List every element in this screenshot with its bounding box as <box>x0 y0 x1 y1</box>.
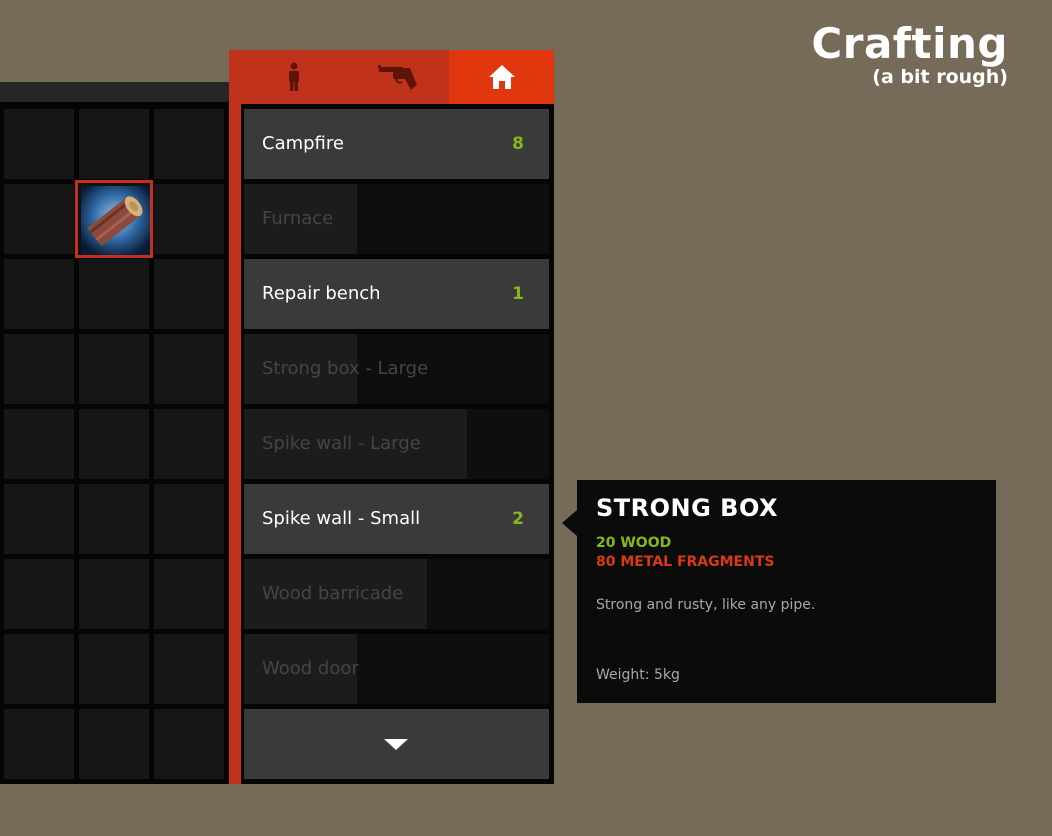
inventory-slot[interactable] <box>79 559 149 629</box>
inventory-slot[interactable] <box>4 334 74 404</box>
recipe-row[interactable]: Wood door <box>244 634 549 704</box>
item-tooltip: STRONG BOX 20 WOOD 80 METAL FRAGMENTS St… <box>562 480 996 703</box>
chevron-down-icon <box>384 739 408 750</box>
recipe-name: Spike wall - Large <box>262 433 421 454</box>
inventory-slot[interactable] <box>4 409 74 479</box>
inventory-slot[interactable] <box>154 184 224 254</box>
home-icon <box>488 65 515 89</box>
tab-weapons[interactable] <box>346 50 449 104</box>
crafting-panel: Campfire 8 Furnace Repair bench 1 Strong box … <box>229 50 554 784</box>
inventory-slot[interactable] <box>154 709 224 779</box>
recipe-row[interactable]: Repair bench 1 <box>244 259 549 329</box>
inventory-slot[interactable] <box>79 709 149 779</box>
revolver-icon <box>377 65 417 90</box>
inventory-slot[interactable] <box>4 484 74 554</box>
recipe-list: Campfire 8 Furnace Repair bench 1 Strong box … <box>241 104 554 784</box>
inventory-slot[interactable] <box>154 484 224 554</box>
inventory-slot[interactable] <box>79 484 149 554</box>
inventory-slot[interactable] <box>4 709 74 779</box>
page-title: Crafting <box>811 19 1008 68</box>
scroll-down-button[interactable] <box>244 709 549 779</box>
recipe-count: 1 <box>512 284 524 304</box>
recipe-count: 8 <box>512 134 524 154</box>
requirement-metal-fragments: 80 METAL FRAGMENTS <box>596 554 775 570</box>
inventory-header <box>0 82 230 102</box>
inventory-slot[interactable] <box>4 259 74 329</box>
recipe-name: Wood door <box>262 658 359 679</box>
inventory-slot[interactable] <box>79 334 149 404</box>
person-icon <box>288 62 299 91</box>
recipe-name: Wood barricade <box>262 583 404 604</box>
inventory-slot[interactable] <box>79 634 149 704</box>
inventory-slot-selected[interactable] <box>75 180 153 258</box>
tooltip-pointer <box>562 510 577 536</box>
recipe-row[interactable]: Spike wall - Small 2 <box>244 484 549 554</box>
inventory-slot[interactable] <box>4 634 74 704</box>
tab-building[interactable] <box>449 50 554 104</box>
recipe-row[interactable]: Campfire 8 <box>244 109 549 179</box>
recipe-row[interactable]: Strong box - Large <box>244 334 549 404</box>
title-block: Crafting (a bit rough) <box>811 18 1008 88</box>
inventory-slot[interactable] <box>154 409 224 479</box>
inventory-slot[interactable] <box>154 634 224 704</box>
inventory-slot[interactable] <box>79 109 149 179</box>
recipe-row[interactable]: Wood barricade <box>244 559 549 629</box>
inventory-grid <box>0 82 230 784</box>
recipe-name: Furnace <box>262 208 334 229</box>
inventory-slot[interactable] <box>154 259 224 329</box>
inventory-slot[interactable] <box>4 559 74 629</box>
recipe-name: Campfire <box>262 133 344 154</box>
tooltip-description: Strong and rusty, like any pipe. <box>596 597 816 613</box>
log-item-icon <box>81 186 150 255</box>
inventory-slot[interactable] <box>4 184 74 254</box>
tooltip-weight: Weight: 5kg <box>596 667 680 683</box>
inventory-slot[interactable] <box>4 109 74 179</box>
recipe-count: 2 <box>512 509 524 529</box>
recipe-row[interactable]: Furnace <box>244 184 549 254</box>
inventory-slot[interactable] <box>154 559 224 629</box>
tab-character[interactable] <box>241 50 346 104</box>
inventory-slot[interactable] <box>154 109 224 179</box>
recipe-name: Spike wall - Small <box>262 508 421 529</box>
recipe-name: Strong box - Large <box>262 358 429 379</box>
tooltip-title: STRONG BOX <box>596 494 779 522</box>
recipe-row[interactable]: Spike wall - Large <box>244 409 549 479</box>
recipe-name: Repair bench <box>262 283 381 304</box>
requirement-wood: 20 WOOD <box>596 535 672 551</box>
inventory-slot[interactable] <box>79 259 149 329</box>
inventory-slot[interactable] <box>79 409 149 479</box>
inventory-slot[interactable] <box>154 334 224 404</box>
